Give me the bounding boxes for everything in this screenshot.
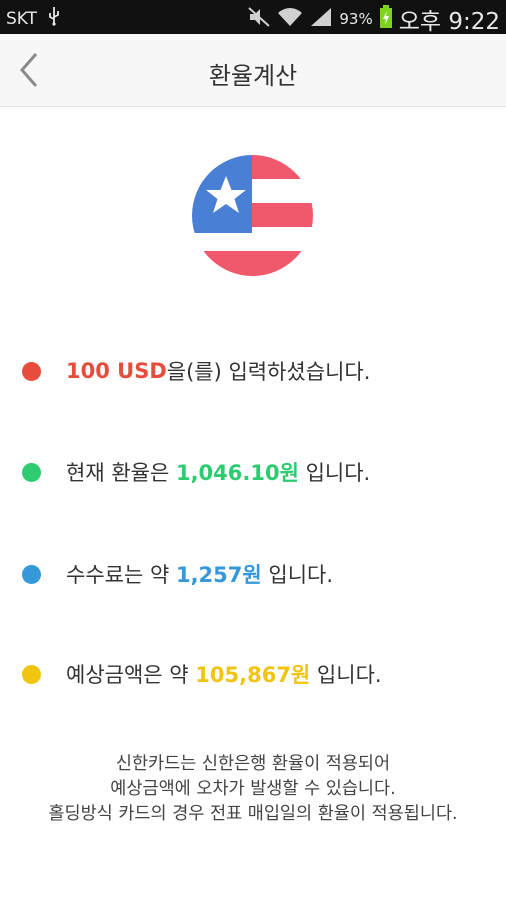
estimated-amount-row: 예상금액은 약 105,867원 입니다. [22,659,382,689]
wifi-icon [277,6,303,33]
clock: 오후 9:22 [398,9,500,35]
exchange-rate-label: 현재 환율은 [66,461,176,485]
page-title: 환율계산 [208,62,298,90]
battery-percent: 93% [339,10,373,28]
battery-charging-icon [379,4,393,34]
exchange-rate-row: 현재 환율은 1,046.10원 입니다. [22,457,370,487]
notice-line-3: 홀딩방식 카드의 경우 전표 매입일의 환율이 적용됩니다. [48,804,458,824]
exchange-rate-suffix: 입니다. [298,461,371,485]
notice-line-1: 신한카드는 신한은행 환율이 적용되어 [115,754,391,774]
blue-dot-icon [22,564,41,584]
exchange-rate-value: 1,046.10원 [175,461,299,485]
carrier-label: SKT [6,8,38,29]
usb-icon [47,6,61,31]
green-dot-icon [22,462,41,482]
fee-suffix: 입니다. [261,563,334,587]
estimated-amount-label: 예상금액은 약 [66,663,196,687]
fee-row: 수수료는 약 1,257원 입니다. [22,559,333,589]
notice-line-2: 예상금액에 오차가 발생할 수 있습니다. [110,779,396,799]
fee-label: 수수료는 약 [66,563,176,587]
input-amount-value: 100 USD [66,359,167,383]
yellow-dot-icon [22,664,41,684]
mute-icon [247,6,271,33]
status-right: 93% 오후 9:22 [247,2,500,36]
estimated-amount-value: 105,867원 [195,663,311,687]
estimated-amount-suffix: 입니다. [310,663,382,687]
signal-icon [309,6,333,33]
app-bar: 환율계산 [0,34,506,107]
status-left: SKT [6,6,61,31]
disclaimer-notice: 신한카드는 신한은행 환율이 적용되어 예상금액에 오차가 발생할 수 있습니다… [0,752,506,827]
status-bar: SKT 93% 오후 9:22 [0,0,506,36]
input-amount-text: 을(를) 입력하셨습니다. [166,360,371,384]
fee-value: 1,257원 [175,563,262,587]
us-flag-icon [192,155,313,276]
input-amount-row: 100 USD 을(를) 입력하셨습니다. [22,356,370,386]
red-dot-icon [22,361,41,381]
